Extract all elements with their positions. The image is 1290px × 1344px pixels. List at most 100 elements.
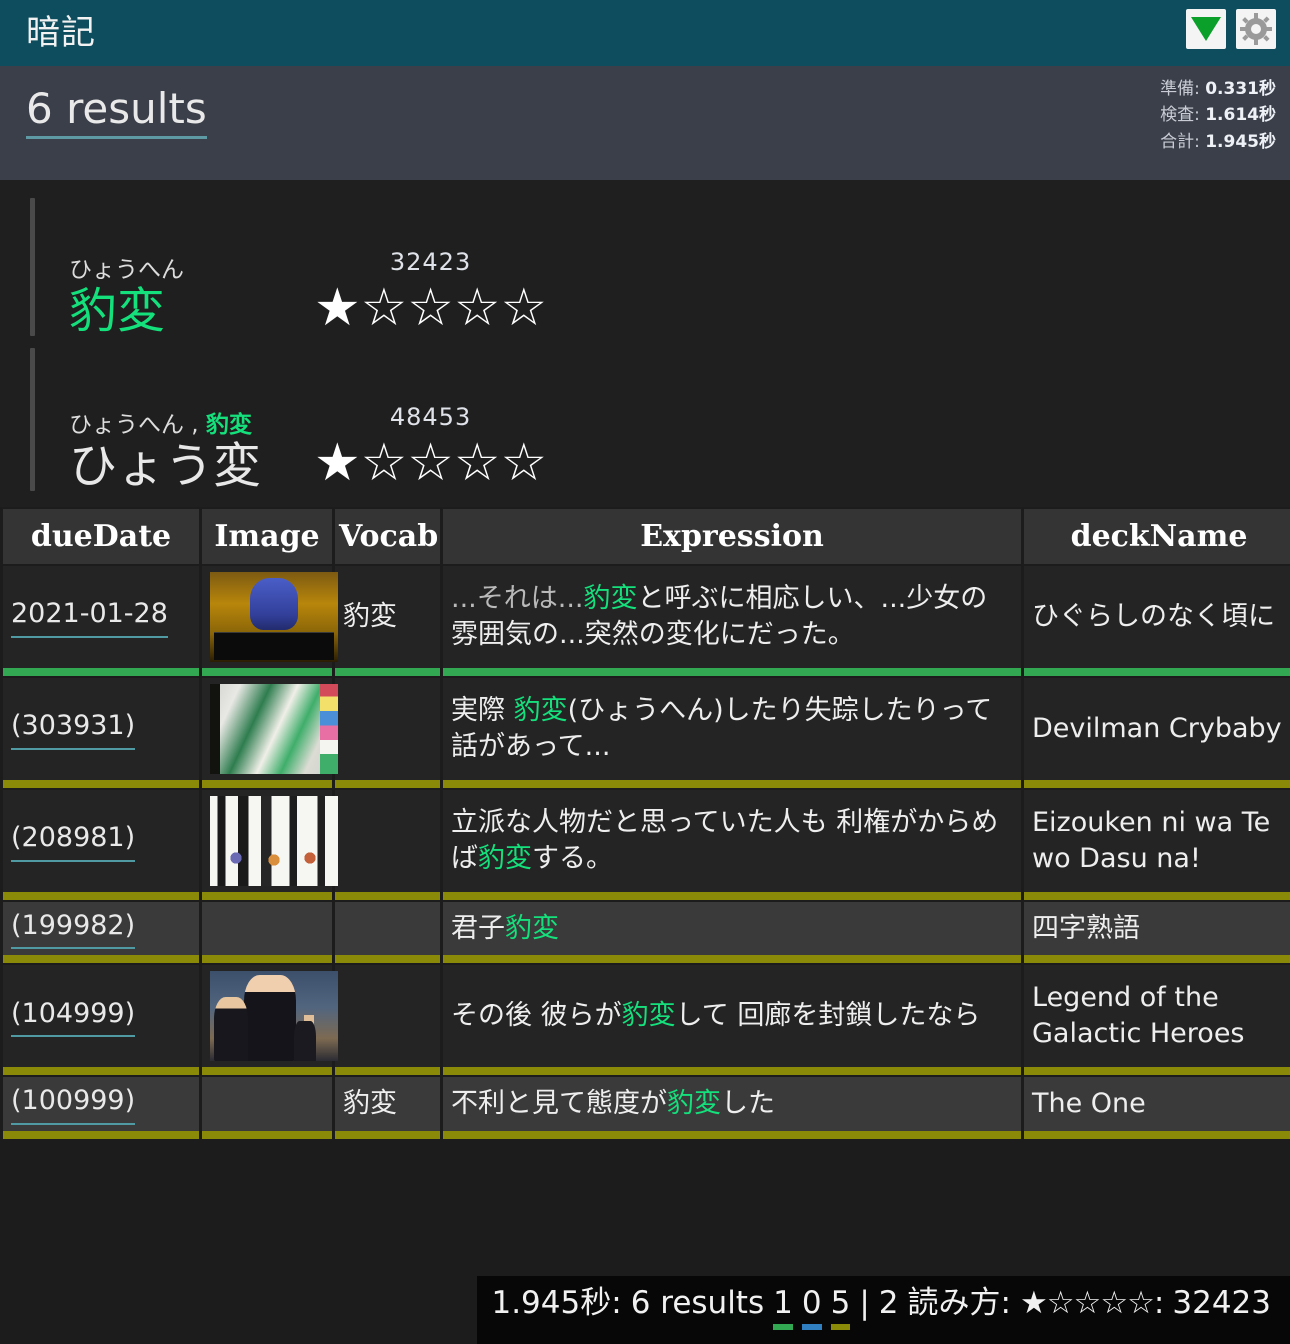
cell-deckname: Legend of the Galactic Heroes — [1024, 965, 1290, 1076]
reading-entries: ひょうへん 豹変 32423 ★☆☆☆☆ ひょうへん , 豹変 ひょう変 484… — [0, 180, 1290, 507]
duedate-link[interactable]: (199982) — [11, 908, 136, 950]
reading-entry[interactable]: ひょうへん 豹変 32423 ★☆☆☆☆ — [0, 192, 1290, 342]
reading-entry[interactable]: ひょうへん , 豹変 ひょう変 48453 ★☆☆☆☆ — [0, 342, 1290, 497]
cell-image — [202, 678, 338, 788]
row-thumbnail[interactable] — [210, 684, 338, 774]
expression-keyword: 豹変 — [583, 582, 638, 614]
column-header-vocab[interactable]: Vocab — [335, 509, 440, 564]
expression-pre: 君子 — [451, 912, 505, 944]
entry-rating: 32423 ★☆☆☆☆ — [314, 248, 548, 338]
entry-count: 32423 — [389, 248, 472, 276]
status-count-blue: 0 — [801, 1288, 822, 1330]
status-total: 32423 — [1172, 1285, 1271, 1321]
entry-furigana: ひょうへん — [69, 257, 184, 284]
column-header-deckname[interactable]: deckName — [1024, 509, 1290, 564]
cell-duedate: (199982) — [3, 902, 199, 964]
timing-label-inspect: 検査: — [1160, 105, 1200, 126]
expression-keyword: 豹変 — [505, 912, 559, 944]
cell-expression: 君子豹変 — [443, 902, 1021, 964]
expression-post: する。 — [532, 843, 613, 874]
star-rating: ★☆☆☆☆ — [314, 278, 548, 338]
expression-keyword: 豹変 — [478, 843, 532, 874]
cell-vocab — [335, 965, 440, 1076]
status-time: 1.945秒: — [491, 1285, 622, 1321]
expression-pre: 実際 — [451, 694, 514, 726]
timing-row-total: 合計: 1.945秒 — [1160, 129, 1276, 155]
cell-expression: 不利と見て態度が豹変した — [443, 1077, 1021, 1139]
cell-deckname: 四字熟語 — [1024, 902, 1290, 964]
cell-vocab: 豹変 — [335, 566, 440, 676]
expression-pre: その後 彼らが — [451, 1000, 622, 1032]
cell-expression: 立派な人物だと思っていた人も 利権がからめば豹変する。 — [443, 790, 1021, 900]
cell-image — [202, 790, 338, 900]
status-results: 6 results — [630, 1285, 765, 1321]
table-row[interactable]: (100999) 豹変 不利と見て態度が豹変した The One — [3, 1077, 1290, 1139]
cell-deckname: Eizouken ni wa Te wo Dasu na! — [1024, 790, 1290, 900]
page-title: 6 results — [26, 88, 207, 139]
status-reading-label: 読み方: — [907, 1285, 1011, 1321]
cell-vocab — [335, 678, 440, 788]
status-count-olive: 5 — [830, 1288, 851, 1330]
timing-stats: 準備: 0.331秒 検査: 1.614秒 合計: 1.945秒 — [1160, 76, 1276, 155]
timing-label-total: 合計: — [1160, 131, 1200, 152]
timing-value-inspect: 1.614秒 — [1205, 105, 1276, 126]
column-header-expression[interactable]: Expression — [443, 509, 1021, 564]
cell-deckname: Devilman Crybaby — [1024, 678, 1290, 788]
stats-band: 6 results 準備: 0.331秒 検査: 1.614秒 合計: 1.94… — [0, 66, 1290, 180]
entry-furigana-kanji: 豹変 — [205, 412, 252, 439]
expression-pre: ...それは... — [451, 582, 584, 614]
gear-icon[interactable] — [1236, 9, 1276, 49]
duedate-link[interactable]: (208981) — [11, 820, 136, 862]
cell-expression: 実際 豹変(ひょうへん)したり失踪したりって 話があって... — [443, 678, 1021, 788]
cell-image — [202, 1077, 332, 1139]
entry-furigana-line: ひょうへん — [69, 258, 314, 283]
download-triangle-icon — [1191, 17, 1221, 41]
duedate-link[interactable]: 2021-01-28 — [11, 596, 168, 638]
status-divider: | — [859, 1285, 870, 1321]
timing-value-prep: 0.331秒 — [1205, 79, 1276, 99]
expression-pre: 不利と見て態度が — [451, 1087, 667, 1119]
cell-duedate: 2021-01-28 — [3, 566, 199, 676]
gear-glyph — [1240, 13, 1272, 45]
app-title: 暗記 — [26, 13, 96, 53]
table-row[interactable]: (104999) その後 彼らが豹変して 回廊を封鎖したなら Legend of… — [3, 965, 1290, 1076]
column-header-image[interactable]: Image — [202, 509, 332, 564]
duedate-link[interactable]: (104999) — [11, 996, 136, 1038]
column-header-duedate[interactable]: dueDate — [3, 509, 199, 564]
results-table: dueDate Image Vocab Expression deckName … — [0, 507, 1290, 1141]
cell-vocab — [335, 790, 440, 900]
cell-image — [202, 965, 338, 1076]
status-reading-count: 2 — [878, 1285, 899, 1321]
entry-furigana-line: ひょうへん , 豹変 — [69, 413, 314, 438]
app-header: 暗記 — [0, 0, 1290, 66]
expression-keyword: 豹変 — [667, 1087, 721, 1119]
entry-word: ひょう変 — [69, 437, 262, 494]
duedate-link[interactable]: (100999) — [11, 1083, 136, 1125]
status-count-green: 1 — [773, 1288, 793, 1330]
cell-duedate: (100999) — [3, 1077, 199, 1139]
expression-keyword: 豹変 — [621, 1000, 676, 1032]
cell-duedate: (303931) — [3, 678, 199, 788]
row-thumbnail[interactable] — [210, 572, 338, 662]
duedate-link[interactable]: (303931) — [11, 708, 136, 750]
cell-image — [202, 902, 332, 964]
table-row[interactable]: 2021-01-28 豹変 ...それは...豹変と呼ぶに相応しい、...少女の… — [3, 566, 1290, 676]
entry-word: 豹変 — [69, 282, 166, 339]
table-header-row: dueDate Image Vocab Expression deckName — [3, 509, 1290, 564]
cell-expression: ...それは...豹変と呼ぶに相応しい、...少女の雰囲気の...突然の変化にだ… — [443, 566, 1021, 676]
table-row[interactable]: (208981) 立派な人物だと思っていた人も 利権がからめば豹変する。 Eiz… — [3, 790, 1290, 900]
timing-row-inspect: 検査: 1.614秒 — [1160, 102, 1276, 128]
entry-accent-bar — [30, 348, 35, 491]
star-rating: ★☆☆☆☆ — [314, 433, 548, 493]
entry-count: 48453 — [389, 403, 472, 431]
table-row[interactable]: (303931) 実際 豹変(ひょうへん)したり失踪したりって 話があって...… — [3, 678, 1290, 788]
footer-wrap: 1.945秒: 6 results 1 0 5 | 2 読み方: ★☆☆☆☆: … — [0, 1276, 1290, 1344]
table-row[interactable]: (199982) 君子豹変 四字熟語 — [3, 902, 1290, 964]
status-stars: ★☆☆☆☆: — [1019, 1285, 1164, 1321]
expression-post: した — [721, 1087, 775, 1119]
cell-vocab: 豹変 — [335, 1077, 440, 1139]
row-thumbnail[interactable] — [210, 796, 338, 886]
row-thumbnail[interactable] — [210, 971, 338, 1062]
download-icon[interactable] — [1186, 9, 1226, 49]
expression-keyword: 豹変 — [513, 694, 568, 726]
